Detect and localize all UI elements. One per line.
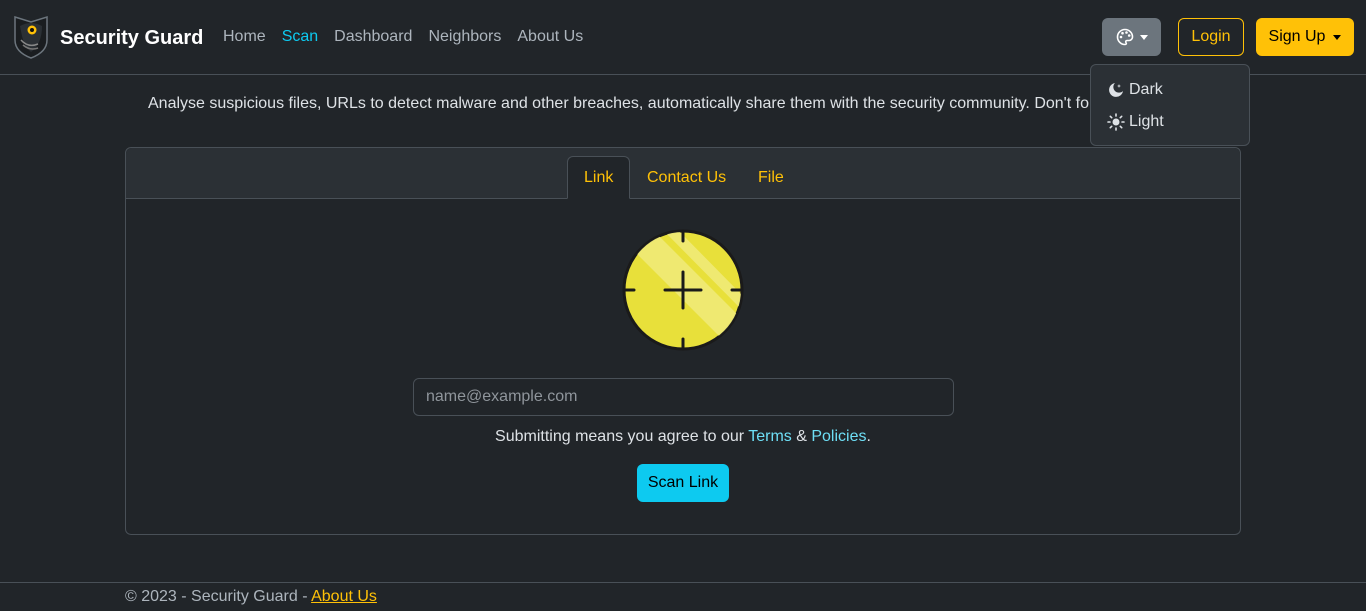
agree-text: Submitting means you agree to our <box>495 428 745 445</box>
footer-copyright: © 2023 - Security Guard - About Us <box>125 588 377 606</box>
theme-option-label: Light <box>1129 113 1164 130</box>
brand[interactable]: Security Guard <box>12 14 203 60</box>
nav-item-scan[interactable]: Scan <box>282 28 318 46</box>
theme-dropdown-menu: Dark Light <box>1090 64 1250 146</box>
agree-period: . <box>866 428 871 445</box>
owl-shield-icon <box>14 15 48 59</box>
scan-link-button[interactable]: Scan Link <box>637 464 729 502</box>
crosshair-target-icon <box>622 229 744 351</box>
footer-about-link[interactable]: About Us <box>311 588 377 605</box>
chevron-down-icon <box>1333 34 1342 40</box>
scan-tabs: Link Contact Us File <box>126 148 1240 199</box>
moon-stars-icon <box>1109 83 1123 97</box>
intro-description: Analyse suspicious files, URLs to detect… <box>148 95 1104 112</box>
theme-toggle-button[interactable] <box>1102 18 1161 56</box>
sun-icon <box>1107 113 1125 131</box>
terms-link[interactable]: Terms <box>748 428 792 445</box>
main-nav: Home Scan Dashboard Neighbors About Us <box>223 28 599 46</box>
login-button[interactable]: Login <box>1178 18 1244 56</box>
theme-option-label: Dark <box>1129 81 1163 98</box>
scan-card: Link Contact Us File Submitting means yo… <box>125 147 1241 535</box>
signup-button[interactable]: Sign Up <box>1256 18 1354 56</box>
link-input[interactable] <box>413 378 954 416</box>
theme-option-light[interactable]: Light <box>1107 113 1164 131</box>
ampersand-text: & <box>796 428 807 445</box>
tab-link[interactable]: Link <box>567 156 631 199</box>
tab-file[interactable]: File <box>742 156 800 199</box>
chevron-down-icon <box>1139 34 1148 40</box>
nav-item-home[interactable]: Home <box>223 28 266 46</box>
policies-link[interactable]: Policies <box>811 428 866 445</box>
copyright-text: © 2023 - Security Guard - <box>125 588 308 605</box>
nav-item-neighbors[interactable]: Neighbors <box>428 28 501 46</box>
theme-option-dark[interactable]: Dark <box>1107 81 1163 99</box>
brand-name: Security Guard <box>60 27 204 49</box>
tab-contact-us[interactable]: Contact Us <box>631 156 742 199</box>
terms-agreement: Submitting means you agree to our Terms … <box>126 428 1240 446</box>
palette-icon <box>1116 28 1133 46</box>
nav-item-dashboard[interactable]: Dashboard <box>334 28 412 46</box>
signup-label: Sign Up <box>1268 28 1326 45</box>
footer: © 2023 - Security Guard - About Us <box>0 582 1366 611</box>
nav-item-about-us[interactable]: About Us <box>517 28 583 46</box>
